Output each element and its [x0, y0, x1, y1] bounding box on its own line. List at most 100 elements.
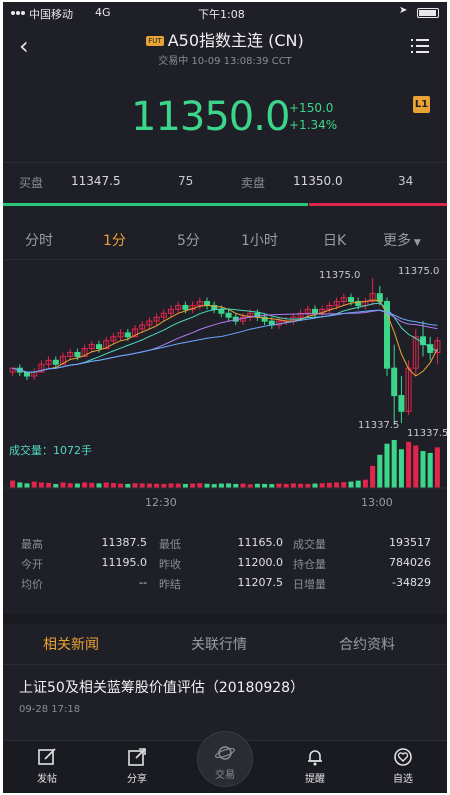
volume-bar [262, 483, 268, 488]
volume-bar [305, 483, 311, 488]
trade-button[interactable]: 交易 [197, 731, 253, 787]
stat-label: 日增量 [293, 578, 326, 591]
candle [23, 371, 31, 380]
ask-price: 11350.0 [293, 174, 343, 188]
ma-line [12, 309, 438, 373]
volume-bar [413, 445, 419, 488]
battery-icon [417, 8, 439, 18]
axis-max-label: 11375.0 [398, 266, 439, 277]
menu-icon[interactable] [411, 39, 429, 53]
volume-bar [218, 483, 224, 488]
volume-bar [96, 483, 102, 488]
carrier-name: 中国移动 [29, 8, 73, 21]
divider [3, 664, 447, 665]
tab-1min[interactable]: 1分 [103, 230, 126, 250]
volume-bar [319, 483, 325, 488]
watchlist-label: 自选 [393, 774, 413, 785]
volume-bar [420, 451, 426, 488]
stat-value: -- [139, 576, 147, 589]
volume-bar [132, 483, 138, 488]
volume-bar [247, 484, 253, 488]
stat-value: 11165.0 [237, 536, 284, 549]
tab-5min[interactable]: 5分 [177, 230, 200, 250]
candle [153, 313, 160, 326]
candle [189, 301, 196, 314]
axis-min-label: 11337.5 [407, 428, 447, 439]
tab-daily-k[interactable]: 日K [323, 230, 346, 250]
volume-bar [233, 483, 239, 488]
candle [326, 301, 333, 314]
planet-icon [214, 746, 236, 760]
volume-bar [38, 482, 44, 488]
volume-bar [197, 483, 203, 488]
stat-value: 11387.5 [101, 536, 148, 549]
tab-more-label: 更多 [383, 233, 411, 249]
volume-bar [204, 483, 210, 488]
volume-bar [348, 481, 354, 488]
level-badge[interactable]: L1 [413, 96, 430, 113]
stat-label: 最高 [21, 538, 43, 551]
stat-value: 11200.0 [237, 556, 284, 569]
volume-bar [46, 482, 52, 488]
network-type: 4G [95, 6, 111, 19]
volume-label: 成交量：1072手 [9, 443, 92, 457]
candle [31, 368, 38, 380]
post-button[interactable]: 发帖 [17, 747, 77, 785]
candle [391, 344, 398, 425]
volume-bar [398, 449, 404, 488]
tab-more[interactable]: 更多 ▼ [383, 230, 421, 250]
share-label: 分享 [127, 774, 147, 785]
share-button[interactable]: 分享 [107, 747, 167, 785]
volume-bar [139, 483, 145, 488]
alert-button[interactable]: 提醒 [285, 747, 345, 785]
volume-bar [175, 483, 181, 488]
alert-label: 提醒 [305, 774, 325, 785]
moving-averages-layer [12, 299, 438, 377]
news-time: 09-28 17:18 [19, 704, 81, 715]
location-icon: ➤ [399, 5, 408, 16]
candle [203, 297, 211, 310]
tab-related-news[interactable]: 相关新闻 [43, 634, 99, 654]
candle [175, 301, 182, 314]
candle [254, 309, 261, 322]
volume-bar [17, 482, 23, 488]
candle [369, 278, 376, 306]
volume-bar [118, 483, 124, 488]
candle [319, 305, 326, 318]
tab-timeshare[interactable]: 分时 [25, 230, 53, 250]
volume-bar [334, 482, 340, 488]
watchlist-button[interactable]: 自选 [373, 747, 433, 785]
info-tabs: 相关新闻 关联行情 合约资料 [3, 624, 447, 664]
stat-value: 11195.0 [101, 556, 148, 569]
tab-related-quotes[interactable]: 关联行情 [191, 634, 247, 654]
volume-bar [103, 482, 109, 488]
post-label: 发帖 [37, 774, 57, 785]
candle [9, 367, 16, 376]
stat-label: 今开 [21, 558, 43, 571]
volume-bar [391, 440, 397, 488]
price-change: +150.0 +1.34% [289, 100, 337, 134]
news-title[interactable]: 上证50及相关蓝筹股价值评估（20180928） [19, 677, 304, 697]
candle [146, 317, 153, 329]
volume-bar [31, 481, 37, 488]
status-bar: 中国移动 4G 下午1:08 ➤ [3, 2, 447, 24]
candlestick-chart[interactable]: 11375.0 11375.0 11337.5 11337.5 成交量：1072… [3, 260, 447, 522]
volume-bar [110, 483, 116, 488]
volume-bar [312, 483, 318, 488]
nav-bar: ‹ FUT A50指数主连 (CN) 交易中 10-09 13:08:39 CCT [3, 24, 447, 74]
bid-ratio-bar [3, 203, 308, 206]
ma-line [12, 309, 438, 373]
futures-badge: FUT [146, 36, 164, 46]
stat-label: 持仓量 [293, 558, 326, 571]
volume-bar [154, 483, 160, 488]
low-marker-label: 11337.5 [358, 420, 399, 431]
candle [225, 309, 232, 322]
volume-bar [362, 479, 368, 488]
tab-contract-info[interactable]: 合约资料 [339, 634, 395, 654]
last-price: 11350.0 [131, 94, 290, 140]
candle [67, 348, 74, 361]
volume-bar [168, 483, 174, 488]
volume-bar [384, 443, 390, 488]
tab-1hour[interactable]: 1小时 [241, 230, 278, 250]
divider [3, 162, 447, 163]
